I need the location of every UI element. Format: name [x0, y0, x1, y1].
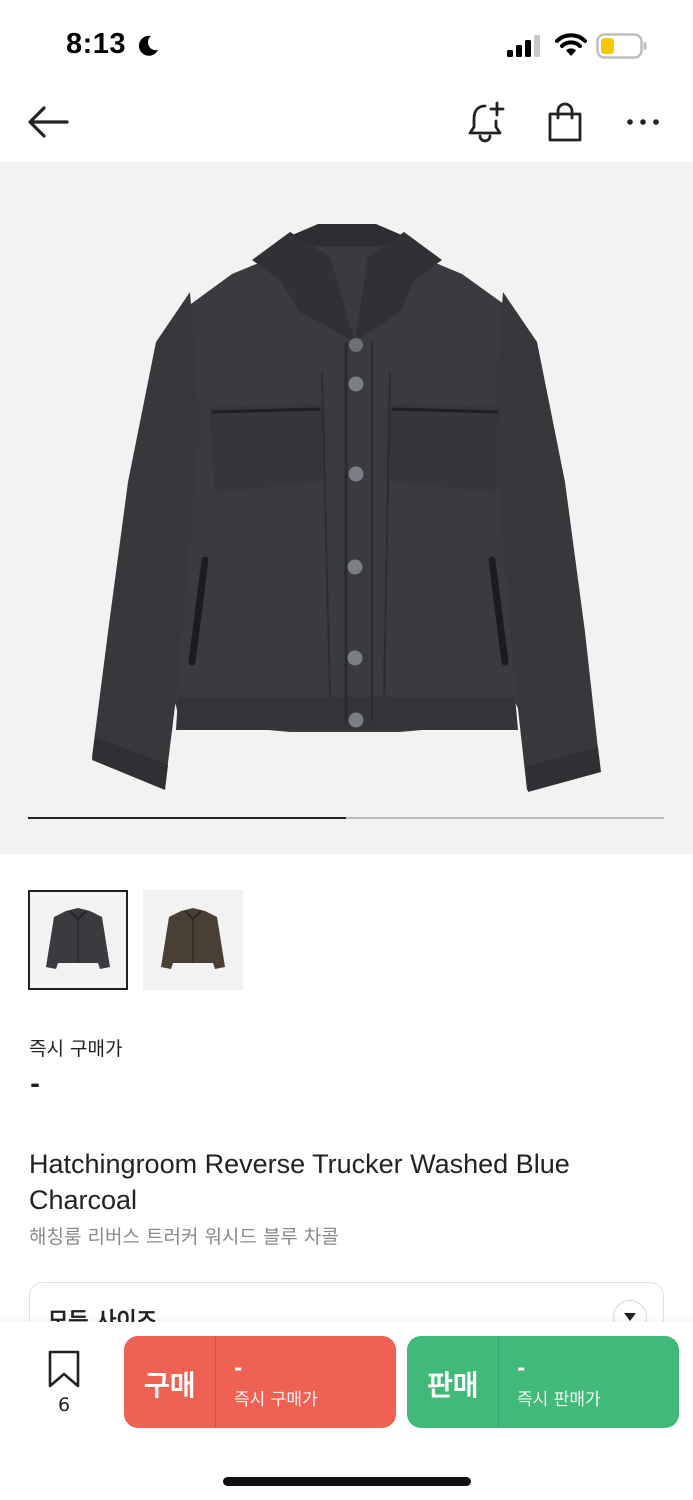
instant-buy-price-label: 즉시 구매가 — [29, 1038, 123, 1060]
sell-button-price: - — [517, 1356, 526, 1380]
back-arrow-icon — [28, 106, 69, 138]
more-button[interactable] — [615, 92, 671, 152]
instant-buy-price-value: - — [30, 1070, 40, 1098]
jacket-image — [92, 224, 601, 792]
cart-button[interactable] — [537, 92, 593, 152]
buy-button-price: - — [234, 1356, 243, 1380]
buy-button[interactable]: 구매 - 즉시 구매가 — [124, 1336, 396, 1428]
alert-button[interactable] — [459, 92, 515, 152]
battery-icon — [596, 33, 647, 59]
sell-button-sublabel: 즉시 판매가 — [517, 1390, 601, 1410]
thumbnail-brown[interactable] — [143, 890, 243, 990]
moon-icon — [138, 35, 158, 56]
bell-plus-icon — [468, 101, 505, 143]
bottom-action-bar: 6 구매 - 즉시 구매가 판매 - 즉시 판매가 — [0, 1322, 693, 1500]
thumbnail-strip — [28, 890, 243, 990]
shopping-bag-icon — [548, 102, 582, 142]
status-time: 8:13 — [66, 28, 127, 60]
buy-button-divider — [215, 1336, 216, 1428]
sell-button[interactable]: 판매 - 즉시 판매가 — [407, 1336, 679, 1428]
back-button[interactable] — [20, 92, 76, 152]
wish-button[interactable]: 6 — [44, 1350, 84, 1416]
sell-button-divider — [498, 1336, 499, 1428]
top-nav — [0, 92, 693, 156]
product-title: Hatchingroom Reverse Trucker Washed Blue… — [29, 1149, 570, 1215]
jacket-thumbnail-image — [46, 908, 110, 969]
wifi-icon — [555, 33, 587, 56]
caret-down-icon — [624, 1313, 636, 1321]
home-indicator — [223, 1477, 471, 1486]
carousel-progress — [28, 817, 664, 819]
status-bar: 8:13 — [0, 0, 693, 90]
product-subtitle: 해칭룸 리버스 트러커 워시드 블루 차콜 — [29, 1226, 339, 1248]
jacket-thumbnail-image — [161, 908, 225, 969]
thumbnail-charcoal[interactable] — [28, 890, 128, 990]
buy-button-label: 구매 — [144, 1369, 196, 1402]
buy-button-sublabel: 즉시 구매가 — [234, 1390, 318, 1410]
bookmark-icon — [48, 1350, 80, 1388]
sell-button-label: 판매 — [427, 1369, 479, 1402]
wish-count: 6 — [57, 1394, 71, 1416]
product-image-carousel[interactable] — [0, 162, 693, 854]
signal-icon — [507, 35, 540, 57]
carousel-progress-fill — [28, 817, 346, 819]
more-icon — [627, 119, 659, 125]
